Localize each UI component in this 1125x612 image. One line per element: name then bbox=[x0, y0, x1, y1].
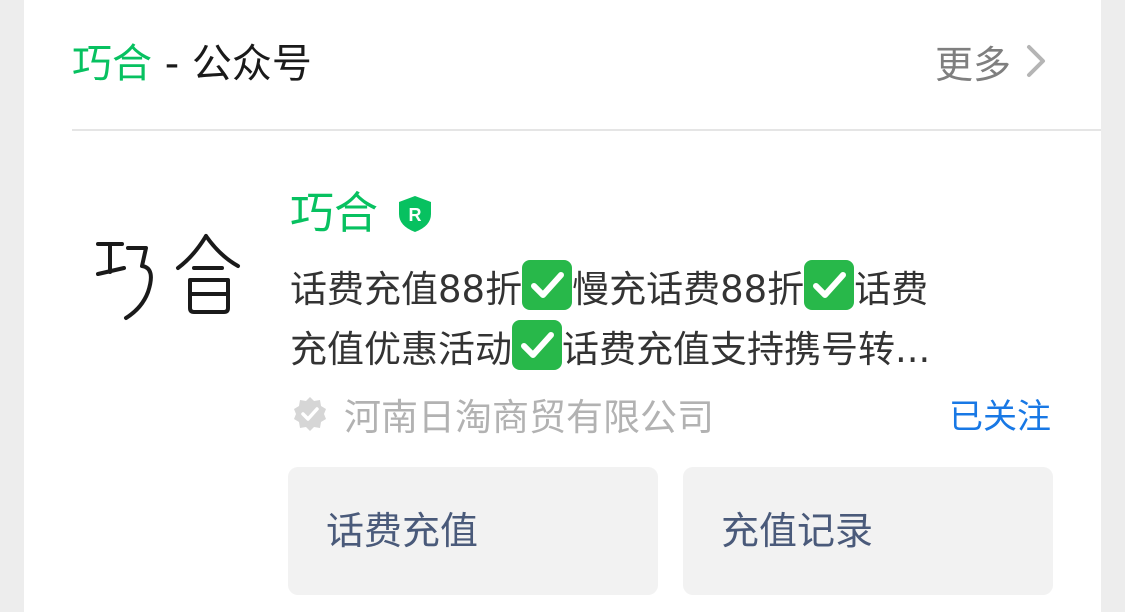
desc-text: 话费 bbox=[854, 268, 929, 311]
desc-text: 慢充话费88折 bbox=[572, 268, 805, 311]
menu-button-recharge[interactable]: 话费充值 bbox=[288, 467, 658, 595]
more-label: 更多 bbox=[934, 42, 1011, 87]
account-description: 话费充值88折 慢充话费88折 话费 充值优惠活动 话费充值支持携号转... bbox=[290, 260, 1050, 380]
search-keyword-highlight: 巧合 bbox=[72, 41, 152, 87]
divider bbox=[72, 129, 1101, 131]
shield-r-badge-icon: R bbox=[396, 194, 434, 234]
section-title: 巧合 - 公众号 bbox=[72, 36, 312, 92]
verified-gear-icon bbox=[290, 394, 330, 434]
description-line: 话费充值88折 慢充话费88折 话费 bbox=[290, 260, 1050, 320]
check-mark-icon bbox=[512, 320, 562, 370]
desc-text: 充值优惠活动 bbox=[290, 328, 512, 371]
more-button[interactable]: 更多 bbox=[934, 36, 1051, 87]
svg-text:R: R bbox=[409, 205, 422, 225]
description-line: 充值优惠活动 话费充值支持携号转... bbox=[290, 320, 1050, 380]
section-type-label: - 公众号 bbox=[152, 41, 312, 87]
desc-text: 话费充值支持携号转... bbox=[562, 328, 931, 371]
account-avatar[interactable] bbox=[86, 222, 246, 332]
menu-button-records[interactable]: 充值记录 bbox=[683, 467, 1053, 595]
company-name: 河南日淘商贸有限公司 bbox=[344, 396, 714, 439]
check-mark-icon bbox=[804, 260, 855, 310]
follow-status[interactable]: 已关注 bbox=[949, 392, 1051, 442]
chevron-right-icon bbox=[1021, 41, 1051, 81]
account-name: 巧合 bbox=[290, 188, 378, 239]
desc-text: 话费充值88折 bbox=[290, 268, 523, 311]
company-row: 河南日淘商贸有限公司 bbox=[290, 388, 714, 440]
section-header: 巧合 - 公众号 更多 bbox=[24, 0, 1101, 130]
qiaohe-logo bbox=[96, 234, 240, 320]
account-name-row[interactable]: 巧合 R bbox=[290, 184, 434, 244]
check-mark-icon bbox=[522, 260, 573, 310]
official-account-card: 巧合 - 公众号 更多 巧合 R 话费充值88折 慢充话费88折 话费 充值优惠… bbox=[24, 0, 1101, 612]
